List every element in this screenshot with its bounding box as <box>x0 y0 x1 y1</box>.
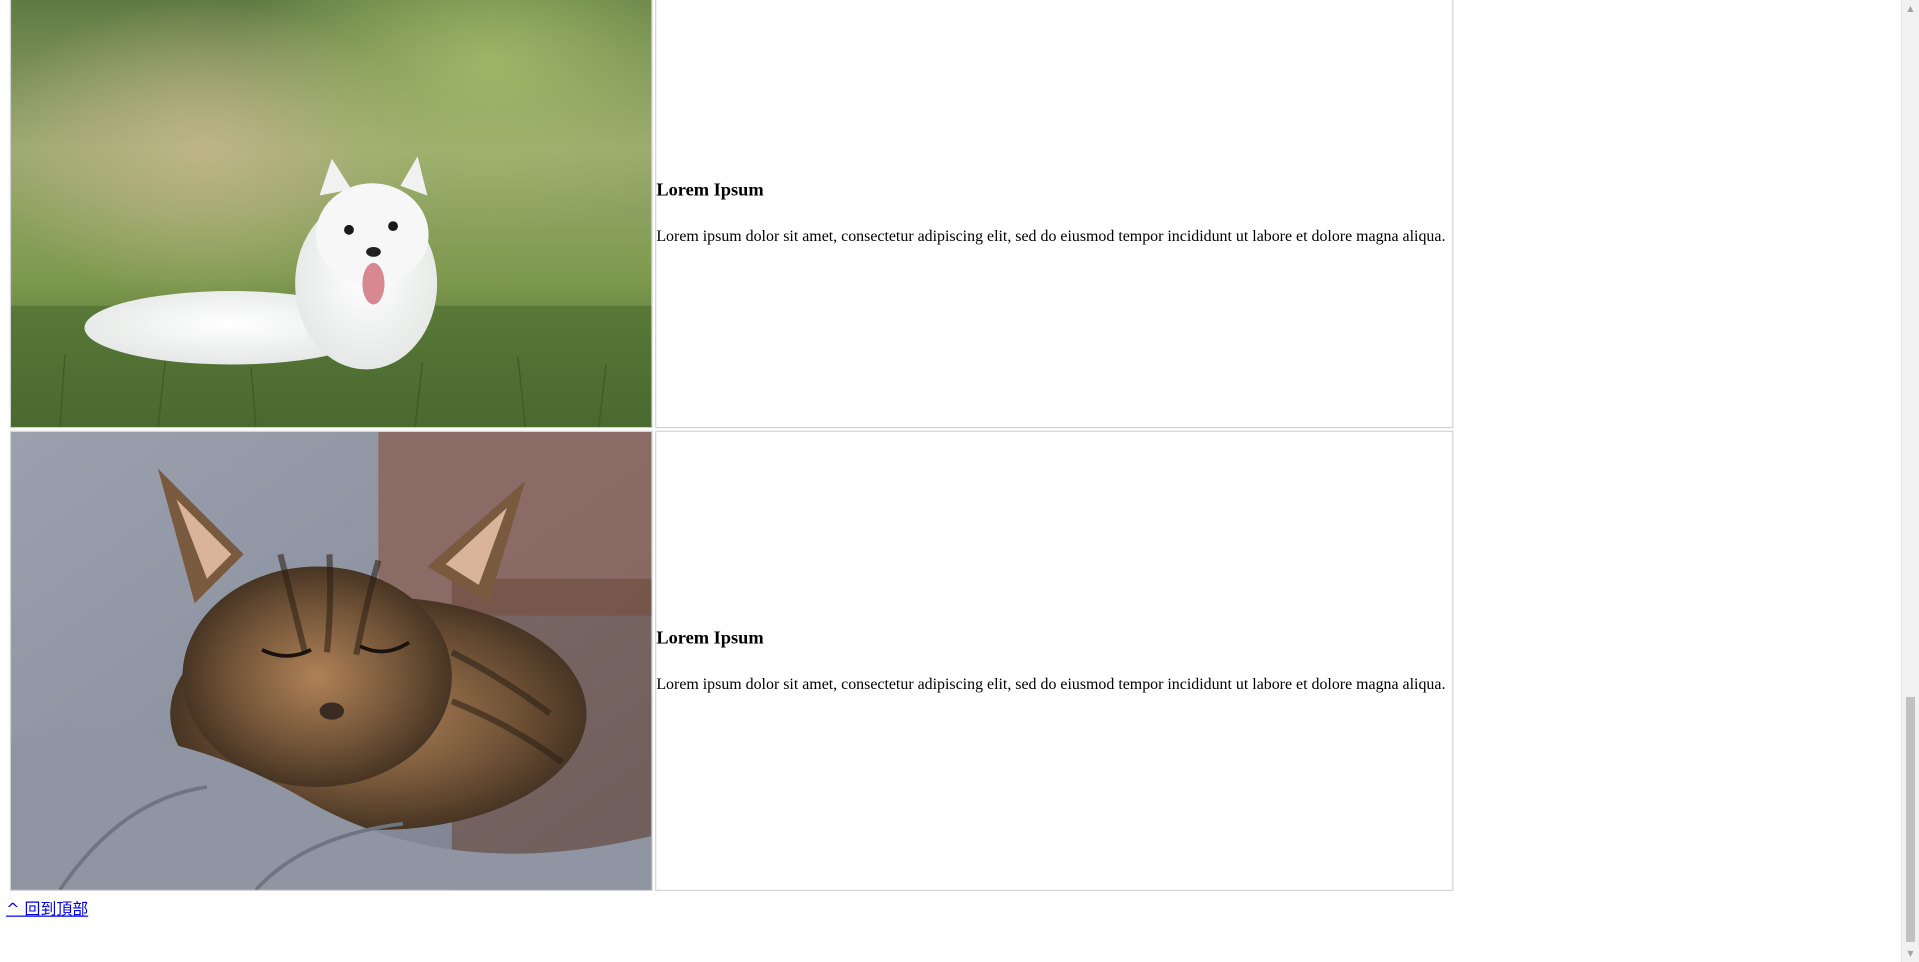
text-cell: Lorem Ipsum Lorem ipsum dolor sit amet, … <box>655 430 1454 892</box>
scroll-thumb[interactable] <box>1906 697 1915 942</box>
cat-image <box>11 431 652 890</box>
table-row: Lorem Ipsum Lorem ipsum dolor sit amet, … <box>9 430 1454 892</box>
row-body: Lorem ipsum dolor sit amet, consectetur … <box>656 674 1446 693</box>
image-cell <box>9 430 653 892</box>
photo-dog <box>11 0 652 427</box>
page: Lorem Ipsum Lorem ipsum dolor sit amet, … <box>0 0 1919 962</box>
dog-image <box>11 0 652 427</box>
table-row: Lorem Ipsum Lorem ipsum dolor sit amet, … <box>9 0 1454 429</box>
text-cell: Lorem Ipsum Lorem ipsum dolor sit amet, … <box>655 0 1454 429</box>
row-body: Lorem ipsum dolor sit amet, consectetur … <box>656 226 1446 245</box>
photo-cat <box>11 431 652 890</box>
content-area: Lorem Ipsum Lorem ipsum dolor sit amet, … <box>0 0 1919 920</box>
row-heading: Lorem Ipsum <box>656 628 764 649</box>
vertical-scrollbar[interactable]: ▲ ▼ <box>1901 0 1919 962</box>
arrow-down-icon[interactable]: ▼ <box>1902 945 1919 962</box>
gallery-table: Lorem Ipsum Lorem ipsum dolor sit amet, … <box>7 0 1456 893</box>
arrow-up-icon[interactable]: ▲ <box>1902 0 1919 17</box>
row-heading: Lorem Ipsum <box>656 180 764 201</box>
image-cell <box>9 0 653 429</box>
back-to-top-link[interactable]: ^ 回到頂部 <box>6 896 88 919</box>
